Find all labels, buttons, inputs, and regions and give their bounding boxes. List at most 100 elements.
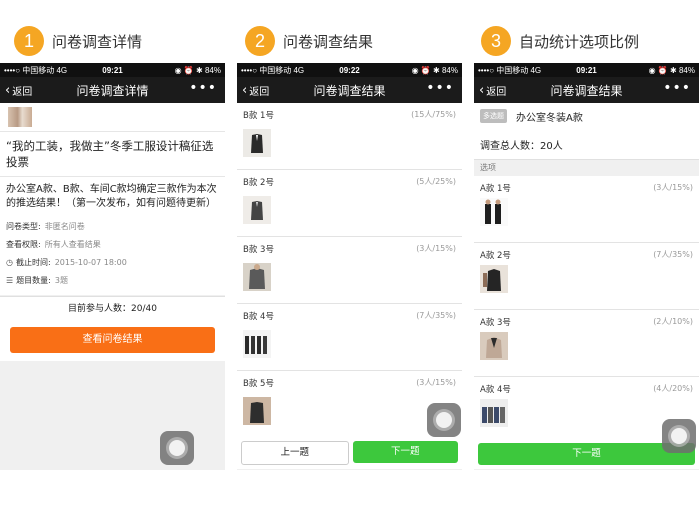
option-item[interactable]: B款 3号 (3人/15%)	[237, 237, 462, 304]
assistive-touch-button[interactable]	[427, 403, 461, 437]
step-2-header: 2 问卷调查结果	[245, 26, 373, 56]
clock: 09:21	[576, 65, 597, 75]
more-menu-icon[interactable]: •••	[189, 80, 217, 96]
battery-status: ◉ ⏰ ✱ 84%	[174, 65, 221, 75]
option-stat: (2人/10%)	[653, 317, 693, 326]
option-stat: (3人/15%)	[416, 378, 456, 387]
meta-key: 截止时间:	[15, 257, 51, 267]
button-area: 查看问卷结果	[0, 321, 225, 361]
meta-row: 查看权限: 所有人查看结果	[6, 235, 219, 253]
option-item[interactable]: A款 1号 (3人/15%)	[474, 176, 699, 243]
meta-key: 查看权限:	[6, 239, 41, 249]
garment-thumbnail	[480, 198, 508, 226]
option-label: B款 4号	[243, 312, 274, 322]
meta-row: ☰ 题目数量: 3题	[6, 271, 219, 289]
next-question-button[interactable]: 下一题	[352, 441, 458, 463]
garment-thumbnail	[243, 330, 271, 358]
garment-thumbnail	[243, 196, 271, 224]
garment-thumbnail	[480, 332, 508, 360]
meta-row: ◷ 截止时间: 2015-10-07 18:00	[6, 253, 219, 271]
meta-value: 2015-10-07 18:00	[54, 257, 127, 267]
option-stat: (4人/20%)	[653, 384, 693, 393]
back-button[interactable]: ‹ 返回	[237, 83, 292, 98]
step-title: 问卷调查详情	[52, 32, 143, 51]
question-title: 办公室冬装A款	[516, 113, 583, 124]
view-results-button[interactable]: 查看问卷结果	[10, 327, 215, 353]
option-item[interactable]: A款 2号 (7人/35%)	[474, 243, 699, 310]
option-label: B款 3号	[243, 245, 274, 255]
survey-meta: 问卷类型: 非匿名问卷 查看权限: 所有人查看结果 ◷ 截止时间: 2015-1…	[0, 215, 225, 295]
option-stat: (3人/15%)	[416, 244, 456, 253]
clock: 09:21	[102, 65, 123, 75]
assistive-touch-button[interactable]	[662, 419, 696, 453]
clock-icon: ◷	[6, 257, 13, 267]
garment-thumbnail	[243, 397, 271, 425]
previous-question-button[interactable]: 上一题	[241, 441, 349, 465]
phone-option-statistics: ••••○ 中国移动 4G 09:21 ◉ ⏰ ✱ 84% ‹ 返回 问卷调查结…	[474, 63, 699, 470]
option-label: A款 3号	[480, 318, 511, 328]
more-menu-icon[interactable]: •••	[663, 80, 691, 96]
option-stat: (5人/25%)	[416, 177, 456, 186]
carrier-signal: ••••○ 中国移动 4G	[478, 65, 542, 75]
option-stat: (7人/35%)	[653, 250, 693, 259]
question-header: 多选题 办公室冬装A款 调查总人数：20人	[474, 103, 699, 160]
option-label: B款 5号	[243, 379, 274, 389]
step-1-header: 1 问卷调查详情	[14, 26, 142, 56]
meta-value: 所有人查看结果	[44, 239, 101, 249]
meta-key: 题目数量:	[16, 275, 51, 285]
step-number-badge: 2	[245, 26, 275, 56]
meta-key: 问卷类型:	[6, 221, 41, 231]
survey-heading: “我的工装，我做主”冬季工服设计稿征选投票	[0, 132, 225, 177]
step-title: 问卷调查结果	[283, 32, 374, 51]
option-stat: (3人/15%)	[653, 183, 693, 192]
step-3-header: 3 自动统计选项比例	[481, 26, 639, 56]
back-label: 返回	[249, 86, 270, 98]
battery-status: ◉ ⏰ ✱ 84%	[648, 65, 695, 75]
phone-survey-detail: ••••○ 中国移动 4G 09:21 ◉ ⏰ ✱ 84% ‹ 返回 问卷调查详…	[0, 63, 225, 470]
chevron-left-icon: ‹	[5, 82, 11, 98]
nav-bar: ‹ 返回 问卷调查详情 •••	[0, 77, 225, 103]
assistive-touch-button[interactable]	[160, 431, 194, 465]
option-item[interactable]: A款 3号 (2人/10%)	[474, 310, 699, 377]
total-respondents: 调查总人数：20人	[480, 141, 563, 152]
clock: 09:22	[339, 65, 360, 75]
assistive-dot	[671, 428, 687, 444]
meta-row: 问卷类型: 非匿名问卷	[6, 217, 219, 235]
option-item[interactable]: B款 2号 (5人/25%)	[237, 170, 462, 237]
garment-thumbnail	[480, 399, 508, 427]
list-icon: ☰	[6, 275, 14, 285]
more-menu-icon[interactable]: •••	[426, 80, 454, 96]
carrier-signal: ••••○ 中国移动 4G	[241, 65, 305, 75]
status-bar: ••••○ 中国移动 4G 09:21 ◉ ⏰ ✱ 84%	[474, 63, 699, 77]
status-bar: ••••○ 中国移动 4G 09:21 ◉ ⏰ ✱ 84%	[0, 63, 225, 77]
options-section-header: 选项	[474, 160, 699, 176]
chevron-left-icon: ‹	[479, 82, 485, 98]
pager-bar: 上一题 下一题	[237, 437, 462, 469]
back-label: 返回	[12, 86, 33, 98]
back-button[interactable]: ‹ 返回	[0, 83, 55, 98]
garment-thumbnail	[243, 129, 271, 157]
question-type-badge: 多选题	[480, 109, 507, 123]
phone-survey-results: ••••○ 中国移动 4G 09:22 ◉ ⏰ ✱ 84% ‹ 返回 问卷调查结…	[237, 63, 462, 470]
step-number-badge: 3	[481, 26, 511, 56]
back-button[interactable]: ‹ 返回	[474, 83, 529, 98]
garment-thumbnail	[243, 263, 271, 291]
nav-bar: ‹ 返回 问卷调查结果 •••	[474, 77, 699, 103]
carrier-signal: ••••○ 中国移动 4G	[4, 65, 68, 75]
garment-thumbnail	[480, 265, 508, 293]
participant-count: 目前参与人数：20/40	[0, 296, 225, 321]
option-label: B款 1号	[243, 111, 274, 121]
meta-value: 非匿名问卷	[44, 221, 85, 231]
nav-bar: ‹ 返回 问卷调查结果 •••	[237, 77, 462, 103]
battery-status: ◉ ⏰ ✱ 84%	[411, 65, 458, 75]
author-row	[0, 103, 225, 132]
chevron-left-icon: ‹	[242, 82, 248, 98]
option-stat: (15人/75%)	[411, 110, 456, 119]
survey-description: 办公室A款、B款、车间C款均确定三款作为本次的推选结果！（第一次发布，如有问题待…	[0, 177, 225, 215]
option-label: B款 2号	[243, 178, 274, 188]
avatar	[8, 107, 32, 127]
meta-value: 3题	[54, 275, 68, 285]
option-label: A款 1号	[480, 184, 511, 194]
option-item[interactable]: B款 4号 (7人/35%)	[237, 304, 462, 371]
option-item[interactable]: B款 1号 (15人/75%)	[237, 103, 462, 170]
